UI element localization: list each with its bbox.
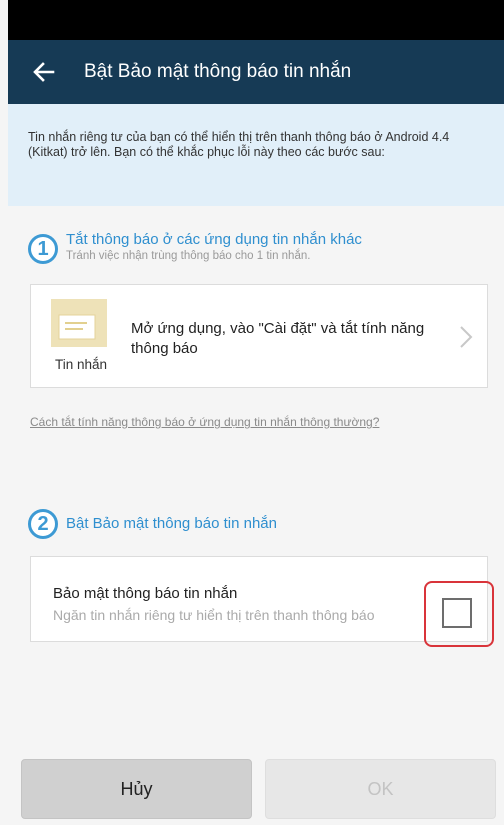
- help-link[interactable]: Cách tắt tính năng thông báo ở ứng dụng …: [30, 415, 379, 429]
- step1-header: 1 Tắt thông báo ở các ứng dụng tin nhắn …: [28, 231, 362, 264]
- chevron-right-icon: [460, 326, 473, 348]
- security-setting-card: Bảo mật thông báo tin nhắn Ngăn tin nhắn…: [30, 556, 488, 642]
- setting-subtitle: Ngăn tin nhắn riêng tư hiển thị trên tha…: [53, 607, 375, 623]
- cancel-button[interactable]: Hủy: [21, 759, 252, 819]
- back-button[interactable]: [14, 40, 74, 104]
- card-instruction-text: Mở ứng dụng, vào "Cài đặt" và tắt tính n…: [131, 320, 425, 357]
- ok-button[interactable]: OK: [265, 759, 496, 819]
- step2-title: Bật Bảo mật thông báo tin nhắn: [66, 515, 277, 532]
- setting-title: Bảo mật thông báo tin nhắn: [53, 585, 238, 602]
- security-checkbox[interactable]: [442, 598, 472, 628]
- step2-header: 2 Bật Bảo mật thông báo tin nhắn: [28, 509, 277, 539]
- messaging-app-icon: [51, 299, 107, 347]
- app-icon-label: Tin nhắn: [55, 357, 108, 372]
- arrow-left-icon: [33, 62, 55, 82]
- step1-title: Tắt thông báo ở các ứng dụng tin nhắn kh…: [66, 231, 362, 248]
- info-banner: Tin nhắn riêng tư của bạn có thể hiển th…: [8, 104, 504, 206]
- page-title: Bật Bảo mật thông báo tin nhắn: [84, 61, 352, 82]
- messaging-app-card[interactable]: Tin nhắn Mở ứng dụng, vào "Cài đặt" và t…: [30, 284, 488, 388]
- app-bar: Bật Bảo mật thông báo tin nhắn: [8, 40, 504, 104]
- step1-subtitle: Tránh việc nhận trùng thông báo cho 1 ti…: [66, 250, 311, 262]
- status-bar: [8, 0, 504, 40]
- step1-number-icon: 1: [28, 234, 58, 264]
- step2-number-icon: 2: [28, 509, 58, 539]
